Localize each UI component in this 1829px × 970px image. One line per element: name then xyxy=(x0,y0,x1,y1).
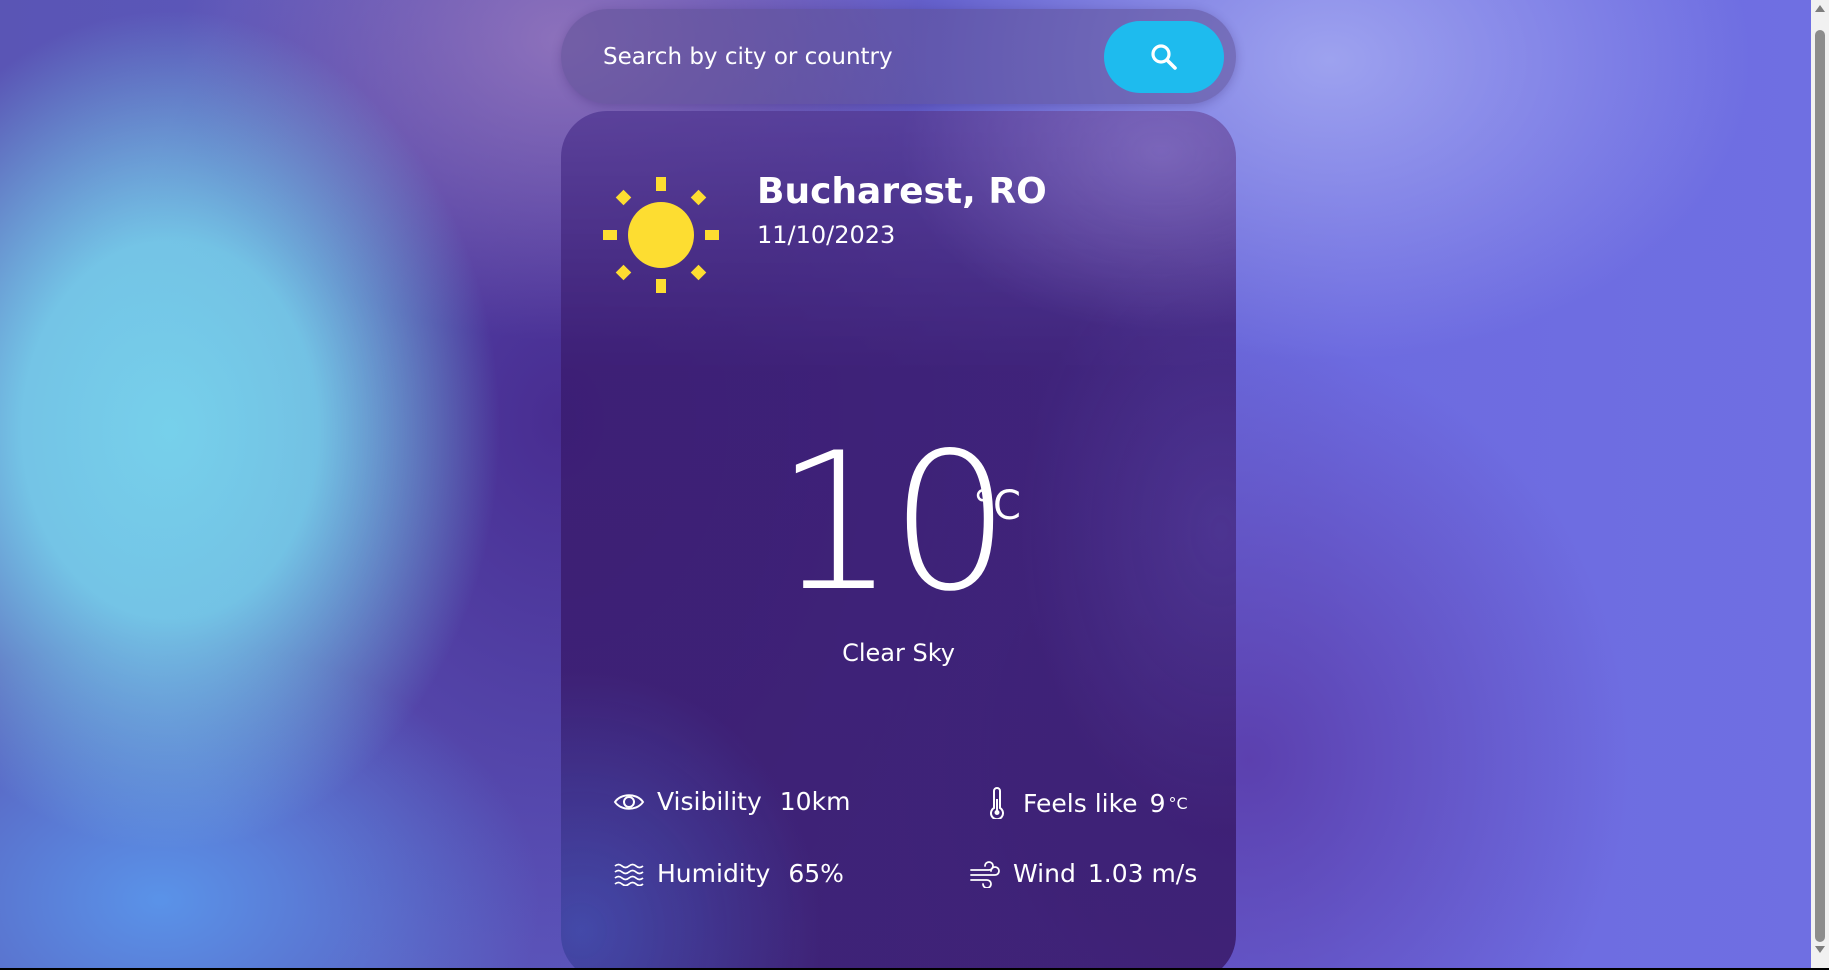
current-date: 11/10/2023 xyxy=(757,221,896,249)
scroll-up-arrow-icon[interactable] xyxy=(1815,5,1825,12)
visibility-value: 10km xyxy=(779,787,851,816)
weather-condition: Clear Sky xyxy=(842,639,955,667)
wind-icon xyxy=(969,860,1001,888)
feels-like-label: Feels like xyxy=(1023,788,1138,818)
wind-label: Wind xyxy=(1013,859,1076,888)
thermometer-icon xyxy=(987,787,1007,819)
temperature-value: 10 xyxy=(775,412,1011,633)
temperature-unit: °C xyxy=(973,483,1021,529)
sun-icon xyxy=(603,177,719,293)
search-button[interactable] xyxy=(1104,21,1224,93)
search-icon xyxy=(1151,44,1177,70)
temperature-display: 10 °C xyxy=(561,423,1236,623)
scrollbar-thumb[interactable] xyxy=(1815,30,1825,942)
eye-icon xyxy=(613,790,645,814)
visibility-stat: Visibility 10km xyxy=(613,787,850,816)
weather-card: Bucharest, RO 11/10/2023 10 °C Clear Sky… xyxy=(561,111,1236,970)
vertical-scrollbar[interactable] xyxy=(1811,0,1829,968)
humidity-label: Humidity xyxy=(657,859,771,888)
wind-stat: Wind 1.03 m/s xyxy=(969,859,1197,888)
search-bar xyxy=(561,9,1236,104)
location-name: Bucharest, RO xyxy=(757,171,1047,212)
wind-value: 1.03 m/s xyxy=(1087,859,1198,888)
humidity-value: 65% xyxy=(788,859,844,888)
feels-like-stat: Feels like 9 °C xyxy=(987,787,1188,819)
visibility-label: Visibility xyxy=(657,787,762,816)
feels-like-value: 9 xyxy=(1149,788,1166,818)
feels-like-unit: °C xyxy=(1168,793,1188,813)
waves-icon xyxy=(613,862,645,886)
search-input[interactable] xyxy=(601,31,1065,83)
scroll-down-arrow-icon[interactable] xyxy=(1815,946,1825,953)
humidity-stat: Humidity 65% xyxy=(613,859,844,888)
